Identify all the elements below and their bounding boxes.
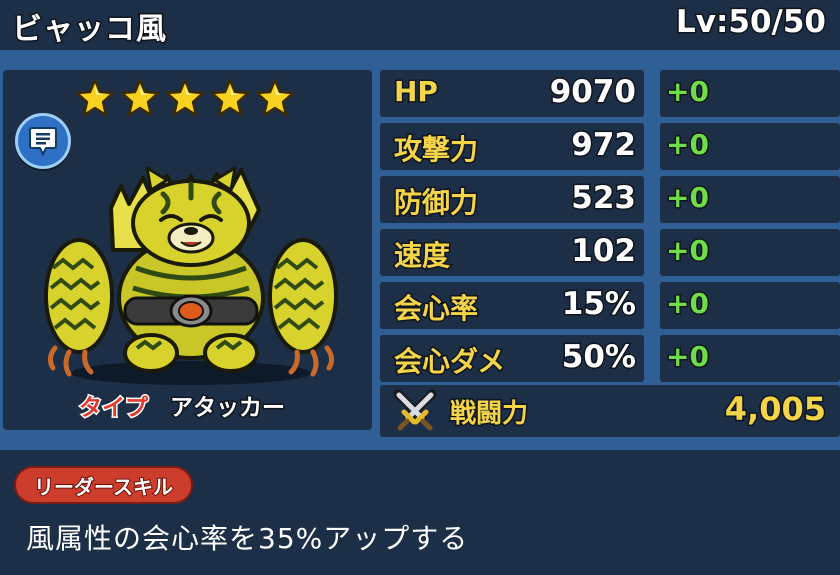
combat-power-row: 戦闘力 4,005	[380, 385, 840, 437]
stat-name: 会心ダメ	[392, 344, 506, 380]
stat-value: 523	[570, 179, 638, 218]
bonus-value: +0	[665, 286, 711, 322]
bonus-value: +0	[665, 339, 711, 375]
crossed-swords-icon	[393, 389, 437, 431]
bonus-value: +0	[665, 180, 711, 216]
stat-row-crit-rate: 会心率 15%	[380, 282, 644, 329]
stat-row-defense: 防御力 523	[380, 176, 644, 223]
type-row: タイプ アタッカー	[78, 388, 287, 423]
leader-skill-badge: リーダースキル	[14, 466, 193, 504]
stat-bonus: +0	[660, 123, 840, 170]
bonus-value: +0	[665, 233, 711, 269]
stat-name: HP	[393, 74, 440, 110]
rarity-stars	[75, 78, 295, 118]
type-label: タイプ	[78, 394, 150, 423]
leader-skill-label: リーダースキル	[33, 474, 174, 500]
white-tiger-monster	[44, 166, 338, 385]
stat-row-speed: 速度 102	[380, 229, 644, 276]
stat-bonus: +0	[660, 70, 840, 117]
stat-value: 102	[570, 232, 638, 271]
bonus-value: +0	[665, 74, 711, 110]
character-name: ビャッコ風	[11, 11, 168, 49]
combat-power-value: 4,005	[723, 389, 827, 430]
stat-name: 防御力	[392, 185, 479, 221]
leader-skill-description: 風属性の会心率を35%アップする	[26, 522, 469, 555]
type-value: アタッカー	[169, 394, 287, 423]
star-icon	[75, 78, 115, 117]
stat-row-hp: HP 9070	[380, 70, 644, 117]
stat-name: 速度	[392, 238, 451, 274]
star-icon	[210, 78, 250, 117]
combat-power-label: 戦闘力	[448, 398, 529, 431]
header-bar: ビャッコ風 Lv:50/50	[0, 0, 840, 50]
level-indicator: Lv:50/50	[675, 3, 828, 42]
star-icon	[255, 78, 295, 117]
stat-name: 攻撃力	[392, 132, 479, 168]
stat-bonus: +0	[660, 176, 840, 223]
stat-value: 972	[570, 126, 638, 165]
stat-row-attack: 攻撃力 972	[380, 123, 644, 170]
stat-bonus: +0	[660, 335, 840, 382]
stat-bonus: +0	[660, 282, 840, 329]
stat-name: 会心率	[392, 291, 479, 327]
bonus-value: +0	[665, 127, 711, 163]
star-icon	[120, 78, 160, 117]
leader-skill-panel: リーダースキル 風属性の会心率を35%アップする	[0, 450, 840, 575]
stat-row-crit-damage: 会心ダメ 50%	[380, 335, 644, 382]
stat-value: 9070	[548, 73, 637, 112]
star-icon	[165, 78, 205, 117]
character-panel: タイプ アタッカー	[3, 70, 372, 430]
stat-value: 50%	[560, 338, 637, 377]
stat-value: 15%	[560, 285, 637, 324]
stat-bonus: +0	[660, 229, 840, 276]
